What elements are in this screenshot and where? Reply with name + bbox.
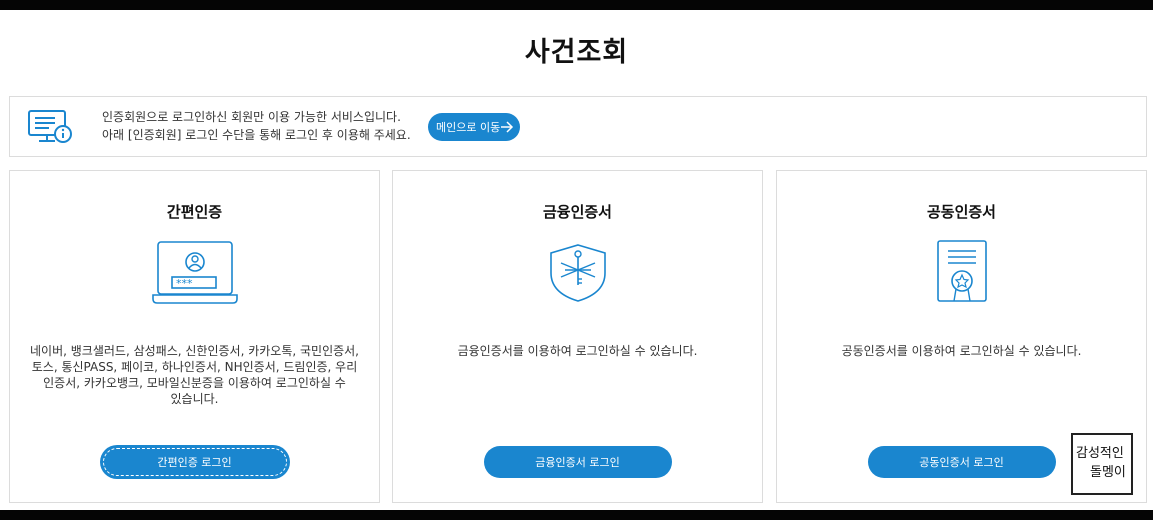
- laptop-login-icon: ***: [151, 241, 238, 304]
- notice-text: 인증회원으로 로그인하신 회원만 이용 가능한 서비스입니다. 아래 [인증회원…: [102, 108, 411, 144]
- desc-line: 네이버, 뱅크샐러드, 삼성패스, 신한인증서, 카카오톡, 국민인증서,: [30, 344, 360, 358]
- page-title: 사건조회: [524, 37, 629, 68]
- card-description: 금융인증서를 이용하여 로그인하실 수 있습니다.: [413, 343, 742, 359]
- joint-cert-login-button[interactable]: 공동인증서 로그인: [867, 446, 1056, 478]
- notice-line-1: 인증회원으로 로그인하신 회원만 이용 가능한 서비스입니다.: [102, 110, 401, 124]
- watermark-line-1: 감성적인: [1076, 446, 1124, 461]
- card-simple-auth: 간편인증 *** 네이버, 뱅크샐러드, 삼성패스, 신한인증서, 카카오톡, …: [9, 170, 380, 503]
- go-main-button[interactable]: 메인으로 이동: [428, 113, 520, 141]
- desc-line: 공동인증서를 이용하여 로그인하실 수 있습니다.: [841, 344, 1082, 358]
- shield-key-icon: [549, 244, 606, 302]
- card-title: 금융인증서: [542, 203, 612, 221]
- simple-auth-login-button[interactable]: 간편인증 로그인: [100, 446, 289, 478]
- financial-cert-login-button[interactable]: 금융인증서 로그인: [483, 446, 672, 478]
- desc-line: 인증서, 카카오뱅크, 모바일신분증을 이용하여 로그인하실 수: [43, 376, 346, 390]
- monitor-info-icon: [28, 110, 72, 143]
- card-description: 네이버, 뱅크샐러드, 삼성패스, 신한인증서, 카카오톡, 국민인증서, 토스…: [30, 343, 359, 407]
- arrow-right-icon: [501, 121, 514, 133]
- watermark-line-2: 돌멩이: [1090, 465, 1126, 480]
- card-description: 공동인증서를 이용하여 로그인하실 수 있습니다.: [797, 343, 1126, 359]
- bottom-bar: [0, 510, 1153, 520]
- card-title: 공동인증서: [926, 203, 996, 221]
- notice-line-2: 아래 [인증회원] 로그인 수단을 통해 로그인 후 이용해 주세요.: [102, 128, 411, 142]
- go-main-label: 메인으로 이동: [436, 121, 501, 134]
- svg-text:***: ***: [176, 277, 193, 290]
- certificate-icon: [936, 240, 987, 302]
- card-financial-cert: 금융인증서 금융인증서를 이용하여 로그인하실 수 있습니다. 금융인증서 로그…: [392, 170, 763, 503]
- desc-line: 토스, 통신PASS, 페이코, 하나인증서, NH인증서, 드림인증, 우리: [31, 360, 358, 374]
- desc-line: 있습니다.: [170, 392, 219, 406]
- desc-line: 금융인증서를 이용하여 로그인하실 수 있습니다.: [457, 344, 698, 358]
- top-bar: [0, 0, 1153, 10]
- watermark-stamp: 감성적인 돌멩이: [1071, 433, 1133, 495]
- card-title: 간편인증: [166, 203, 223, 221]
- notice-box: 인증회원으로 로그인하신 회원만 이용 가능한 서비스입니다. 아래 [인증회원…: [9, 96, 1147, 157]
